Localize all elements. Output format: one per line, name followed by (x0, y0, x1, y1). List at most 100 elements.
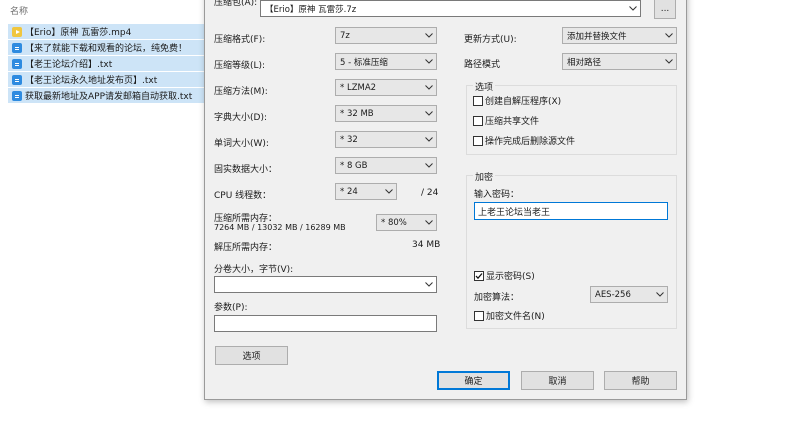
options-group: 选项 创建自解压程序(X) 压缩共享文件 操作完成后删除源文件 (466, 80, 677, 155)
delete-after-checkbox[interactable]: 操作完成后删除源文件 (473, 134, 575, 147)
file-name: 【老王论坛永久地址发布页】.txt (25, 76, 158, 86)
chevron-down-icon (422, 80, 436, 95)
checkbox-box[interactable] (474, 310, 484, 321)
chevron-down-icon[interactable] (422, 277, 436, 292)
method-label: 压缩方法(M): (214, 87, 268, 97)
encryption-method-select[interactable]: AES-256 (590, 286, 668, 303)
delete-after-label: 操作完成后删除源文件 (485, 137, 576, 147)
chevron-down-icon (653, 287, 667, 302)
word-size-label: 单词大小(W): (214, 139, 269, 149)
text-file-icon (12, 74, 22, 85)
options-group-title: 选项 (473, 80, 496, 93)
video-file-icon (12, 26, 22, 37)
sfx-label: 创建自解压程序(X) (485, 97, 562, 107)
help-button[interactable]: 帮助 (604, 371, 677, 390)
chevron-down-icon (422, 158, 436, 173)
mem-percent-value: * 80% (381, 217, 407, 228)
encryption-method-label: 加密算法： (474, 293, 520, 303)
format-label: 压缩格式(F): (214, 35, 266, 45)
file-name: 【Erio】原神 瓦雷莎.mp4 (25, 28, 132, 38)
checkbox-box[interactable] (474, 270, 484, 281)
file-name: 【来了就能下载和观看的论坛，纯免费！ (25, 44, 188, 54)
update-mode-value: 添加并替换文件 (567, 31, 627, 42)
encryption-group-title: 加密 (473, 170, 496, 183)
text-file-icon (12, 90, 22, 101)
split-size-combo[interactable] (214, 276, 437, 293)
level-label: 压缩等级(L): (214, 61, 266, 71)
mem-decompress-label: 解压所需内存： (214, 243, 278, 253)
encrypt-names-label: 加密文件名(N) (486, 312, 545, 322)
level-value: 5 - 标准压缩 (340, 57, 388, 68)
update-mode-label: 更新方式(U): (464, 35, 517, 45)
format-value: 7z (340, 30, 350, 41)
chevron-down-icon (422, 28, 436, 43)
browse-button[interactable]: ... (654, 0, 676, 19)
encryption-group: 加密 输入密码： 上老王论坛当老王 显示密码(S) 加密算法： AES-256 … (466, 170, 677, 329)
text-file-icon (12, 58, 22, 69)
chevron-down-icon (662, 28, 676, 43)
file-row[interactable]: 【来了就能下载和观看的论坛，纯免费！ (8, 40, 204, 55)
checkbox-box[interactable] (473, 135, 483, 146)
params-label: 参数(P): (214, 303, 248, 313)
file-row[interactable]: 【老王论坛永久地址发布页】.txt (8, 72, 204, 87)
chevron-down-icon (382, 184, 396, 199)
show-password-label: 显示密码(S) (486, 272, 535, 282)
method-select[interactable]: * LZMA2 (335, 79, 437, 96)
file-name: 获取最新地址及APP请发邮箱自动获取.txt (25, 92, 193, 102)
word-size-value: * 32 (340, 134, 358, 145)
mem-percent-select[interactable]: * 80% (376, 214, 437, 231)
params-input[interactable] (214, 315, 437, 332)
chevron-down-icon (662, 54, 676, 69)
file-explorer: 名称 【Erio】原神 瓦雷莎.mp4 【来了就能下载和观看的论坛，纯免费！ 【… (0, 0, 205, 441)
options-button[interactable]: 选项 (215, 346, 288, 365)
file-row[interactable]: 获取最新地址及APP请发邮箱自动获取.txt (8, 88, 204, 103)
checkbox-box[interactable] (473, 115, 483, 126)
update-mode-select[interactable]: 添加并替换文件 (562, 27, 677, 44)
archive-label: 压缩包(A): (214, 0, 258, 8)
chevron-down-icon (422, 54, 436, 69)
password-label: 输入密码： (474, 190, 520, 200)
level-select[interactable]: 5 - 标准压缩 (335, 53, 437, 70)
cpu-threads-total: / 24 (421, 188, 439, 198)
cpu-threads-label: CPU 线程数： (214, 191, 272, 201)
mem-decompress-value: 34 MB (412, 240, 441, 250)
solid-size-value: * 8 GB (340, 160, 368, 171)
cancel-button[interactable]: 取消 (521, 371, 594, 390)
archive-name-value: 【Erio】原神 瓦雷莎.7z (265, 4, 357, 15)
split-size-label: 分卷大小，字节(V): (214, 265, 294, 275)
file-name: 【老王论坛介绍】.txt (25, 60, 113, 70)
chevron-down-icon (422, 215, 436, 230)
path-mode-label: 路径模式 (464, 60, 501, 70)
show-password-checkbox[interactable]: 显示密码(S) (474, 269, 535, 282)
chevron-down-icon[interactable] (626, 1, 640, 16)
file-row[interactable]: 【Erio】原神 瓦雷莎.mp4 (8, 24, 204, 39)
password-input[interactable]: 上老王论坛当老王 (474, 202, 668, 220)
mem-compress-value: 7264 MB / 13032 MB / 16289 MB (214, 223, 346, 232)
solid-size-select[interactable]: * 8 GB (335, 157, 437, 174)
encrypt-names-checkbox[interactable]: 加密文件名(N) (474, 309, 545, 322)
archive-name-combo[interactable]: 【Erio】原神 瓦雷莎.7z (260, 0, 641, 17)
ok-button[interactable]: 确定 (437, 371, 510, 390)
checkbox-box[interactable] (473, 95, 483, 106)
path-mode-value: 相对路径 (567, 57, 602, 68)
name-column-header[interactable]: 名称 (10, 4, 28, 17)
word-size-select[interactable]: * 32 (335, 131, 437, 148)
sfx-checkbox[interactable]: 创建自解压程序(X) (473, 94, 561, 107)
chevron-down-icon (422, 132, 436, 147)
dict-size-value: * 32 MB (340, 108, 374, 119)
cpu-threads-value: * 24 (340, 186, 358, 197)
method-value: * LZMA2 (340, 82, 377, 93)
dict-size-select[interactable]: * 32 MB (335, 105, 437, 122)
solid-size-label: 固实数据大小： (214, 165, 278, 175)
chevron-down-icon (422, 106, 436, 121)
file-row[interactable]: 【老王论坛介绍】.txt (8, 56, 204, 71)
path-mode-select[interactable]: 相对路径 (562, 53, 677, 70)
cpu-threads-select[interactable]: * 24 (335, 183, 397, 200)
add-to-archive-dialog: 压缩包(A): 【Erio】原神 瓦雷莎.7z ... 压缩格式(F): 7z … (204, 0, 687, 400)
format-select[interactable]: 7z (335, 27, 437, 44)
shared-files-checkbox[interactable]: 压缩共享文件 (473, 114, 539, 127)
encryption-method-value: AES-256 (595, 289, 631, 300)
dict-size-label: 字典大小(D): (214, 113, 267, 123)
text-file-icon (12, 42, 22, 53)
shared-files-label: 压缩共享文件 (485, 117, 540, 127)
